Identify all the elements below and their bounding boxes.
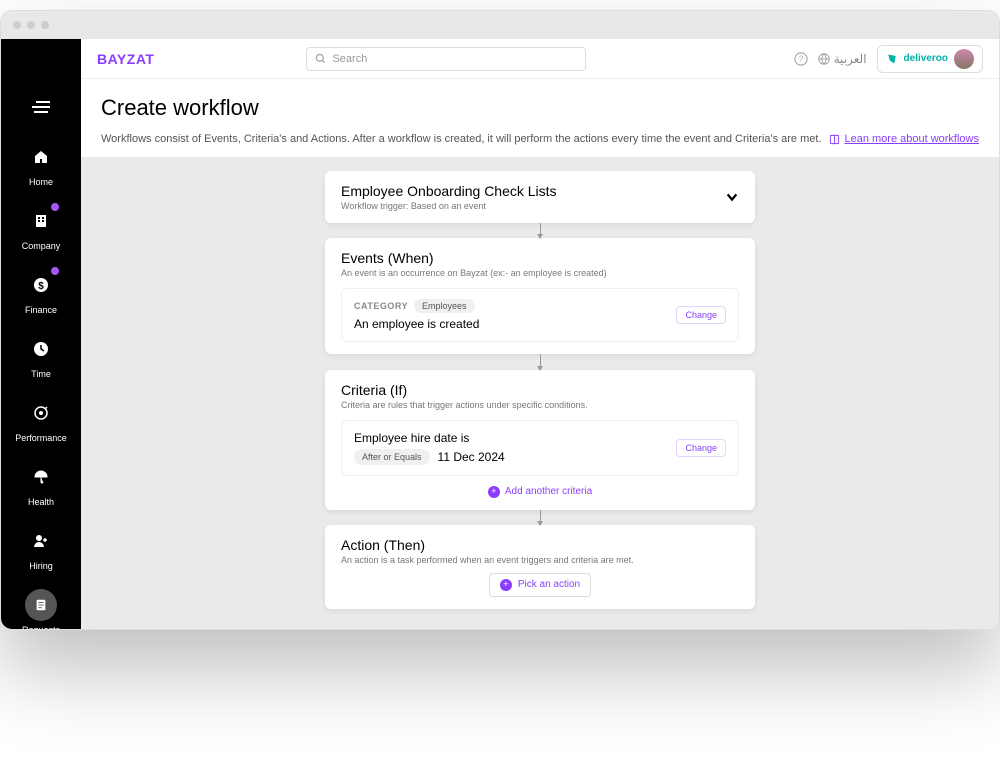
partner-label: deliveroo [904,53,948,64]
partner-icon [886,53,898,65]
change-event-button[interactable]: Change [676,306,726,324]
change-criteria-button[interactable]: Change [676,439,726,457]
sidebar-item-performance[interactable]: Performance [11,397,71,443]
plus-icon: + [488,486,500,498]
category-chip: Employees [414,299,475,313]
pick-action-label: Pick an action [518,579,580,590]
criteria-operator-chip: After or Equals [354,449,430,465]
sidebar-item-label: Performance [15,433,67,443]
avatar[interactable] [954,49,974,69]
sidebar-item-label: Finance [25,305,57,315]
criteria-value: 11 Dec 2024 [438,450,505,464]
book-icon [829,134,840,145]
umbrella-icon [25,461,57,493]
sidebar-item-label: Home [29,177,53,187]
clock-icon [25,333,57,365]
globe-icon [818,53,830,65]
search-placeholder: Search [332,53,367,65]
learn-more-link[interactable]: Lean more about workflows [829,133,979,145]
sidebar: Home Company $ Finance Tim [1,39,81,629]
language-label: العربية [834,52,867,66]
event-text: An employee is created [354,317,479,331]
criteria-subtitle: Criteria are rules that trigger actions … [341,400,739,410]
sidebar-item-home[interactable]: Home [11,141,71,187]
connector-arrow [540,510,541,525]
sidebar-item-label: Hiring [29,561,53,571]
action-title: Action (Then) [341,537,739,553]
connector-arrow [540,354,541,369]
criteria-card: Criteria (If) Criteria are rules that tr… [325,370,755,510]
notification-badge [51,203,59,211]
window-max-dot[interactable] [41,21,49,29]
topbar: BAYZAT Search ? العربية deliveroo [81,39,999,79]
menu-lines-icon [25,91,57,123]
page-header: Create workflow Workflows consist of Eve… [81,79,999,157]
search-icon [315,53,326,64]
svg-text:$: $ [38,281,44,292]
add-criteria-label: Add another criteria [505,486,592,497]
connector-arrow [540,223,541,238]
sidebar-item-label: Company [22,241,61,251]
criteria-item: Employee hire date is After or Equals 11… [341,420,739,476]
page-description: Workflows consist of Events, Criteria's … [101,133,822,145]
partner-badge[interactable]: deliveroo [877,45,983,73]
sidebar-item-health[interactable]: Health [11,461,71,507]
events-card: Events (When) An event is an occurrence … [325,238,755,354]
notification-badge [51,267,59,275]
window-min-dot[interactable] [27,21,35,29]
help-icon[interactable]: ? [794,52,808,66]
user-plus-icon [25,525,57,557]
workflow-name: Employee Onboarding Check Lists [341,183,557,199]
sidebar-item-label: Health [28,497,54,507]
criteria-title: Criteria (If) [341,382,739,398]
target-icon [25,397,57,429]
pick-action-button[interactable]: + Pick an action [489,573,591,597]
window-title-bar [1,11,999,39]
brand-logo[interactable]: BAYZAT [97,51,154,67]
action-card: Action (Then) An action is a task perfor… [325,525,755,609]
sidebar-item-hiring[interactable]: Hiring [11,525,71,571]
sidebar-logo[interactable] [11,91,71,123]
plus-icon: + [500,579,512,591]
document-icon [25,589,57,621]
sidebar-item-label: Time [31,369,51,379]
add-criteria-button[interactable]: + Add another criteria [341,486,739,498]
criteria-field: Employee hire date is [354,431,505,445]
action-subtitle: An action is a task performed when an ev… [341,555,739,565]
sidebar-item-requests[interactable]: Requests [11,589,71,629]
workflow-trigger-type: Workflow trigger: Based on an event [341,201,557,211]
svg-text:?: ? [799,54,804,63]
sidebar-item-label: Requests [22,625,60,629]
page-title: Create workflow [101,95,979,121]
sidebar-item-time[interactable]: Time [11,333,71,379]
events-title: Events (When) [341,250,739,266]
search-input[interactable]: Search [306,47,586,71]
workflow-header-card[interactable]: Employee Onboarding Check Lists Workflow… [325,171,755,223]
events-subtitle: An event is an occurrence on Bayzat (ex:… [341,268,739,278]
language-switch[interactable]: العربية [818,52,867,66]
chevron-down-icon[interactable] [725,190,739,204]
home-icon [25,141,57,173]
building-icon [25,205,57,237]
sidebar-item-finance[interactable]: $ Finance [11,269,71,315]
dollar-icon: $ [25,269,57,301]
workflow-canvas: Employee Onboarding Check Lists Workflow… [81,157,999,629]
window-close-dot[interactable] [13,21,21,29]
learn-more-label: Lean more about workflows [844,133,979,145]
category-label: CATEGORY [354,301,408,311]
sidebar-item-company[interactable]: Company [11,205,71,251]
event-item: CATEGORY Employees An employee is create… [341,288,739,342]
